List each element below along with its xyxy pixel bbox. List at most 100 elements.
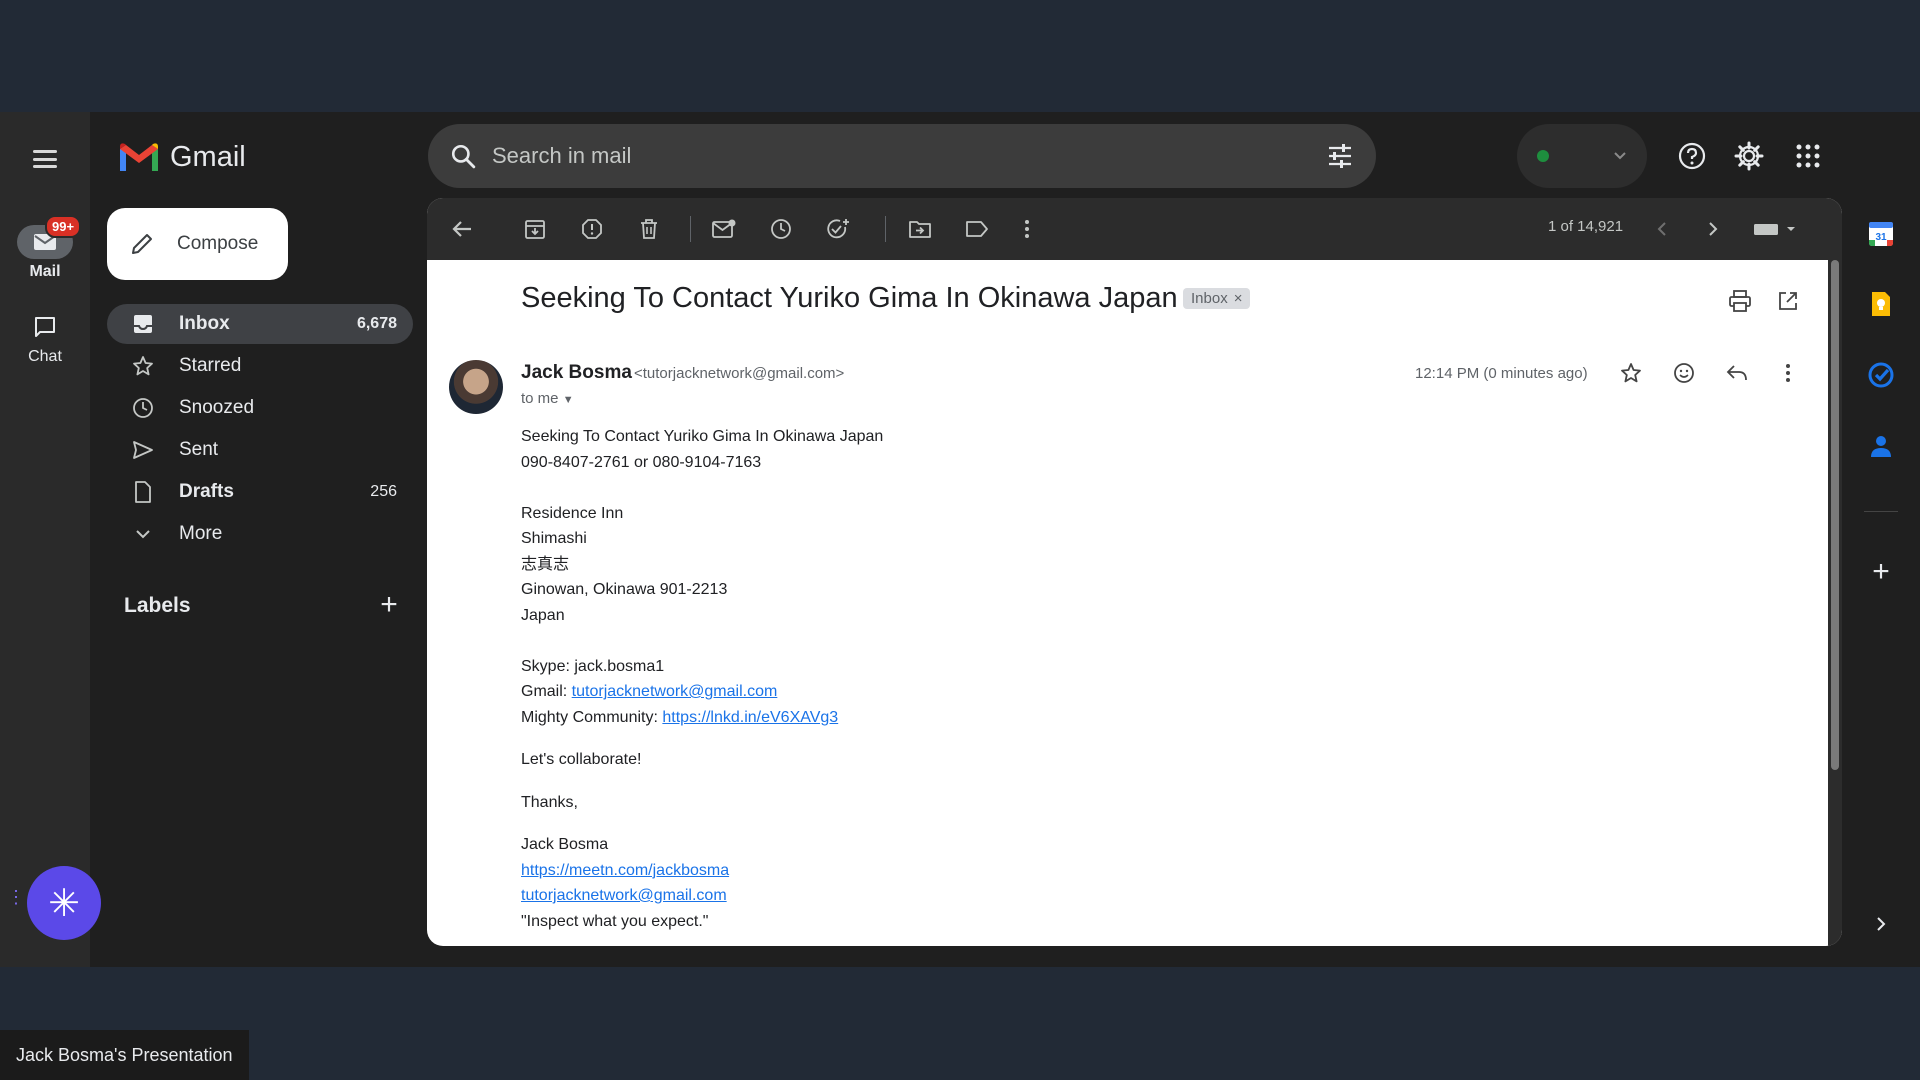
snooze-button[interactable] bbox=[766, 214, 796, 244]
mark-unread-button[interactable] bbox=[709, 214, 739, 244]
caret-down-icon: ▼ bbox=[562, 394, 574, 406]
message-timestamp: 12:14 PM (0 minutes ago) bbox=[1415, 365, 1588, 382]
contacts-icon bbox=[1871, 436, 1891, 457]
chevron-left-icon bbox=[1657, 222, 1666, 236]
plus-icon: + bbox=[1872, 555, 1890, 588]
calendar-day: 31 bbox=[1875, 232, 1887, 243]
nav-item-sent[interactable]: Sent bbox=[107, 430, 413, 470]
add-reaction-button[interactable] bbox=[1669, 358, 1699, 388]
archive-button[interactable] bbox=[520, 214, 550, 244]
gmail-m-icon bbox=[120, 143, 158, 171]
star-button[interactable] bbox=[1616, 358, 1646, 388]
address-line: Ginowan, Okinawa 901-2213 bbox=[521, 581, 728, 598]
archive-icon bbox=[525, 220, 545, 239]
main-menu-button[interactable] bbox=[28, 144, 62, 174]
contacts-addon[interactable] bbox=[1865, 430, 1897, 462]
message-scrollbar[interactable] bbox=[1828, 260, 1842, 946]
mark-unread-icon bbox=[712, 219, 736, 238]
label-icon bbox=[966, 221, 988, 237]
search-icon[interactable] bbox=[450, 143, 476, 169]
nav-item-drafts[interactable]: Drafts 256 bbox=[107, 472, 413, 512]
inbox-label-chip[interactable]: Inbox × bbox=[1183, 288, 1251, 309]
presentation-tool-button[interactable]: ✳ bbox=[27, 866, 101, 940]
gear-icon bbox=[1734, 141, 1764, 171]
print-button[interactable] bbox=[1725, 286, 1755, 316]
apps-button[interactable] bbox=[1790, 138, 1826, 174]
compose-button[interactable]: Compose bbox=[107, 208, 288, 280]
nav-item-more[interactable]: More bbox=[107, 514, 413, 554]
trash-icon bbox=[641, 219, 657, 239]
meetn-link[interactable]: https://meetn.com/jackbosma bbox=[521, 862, 729, 879]
open-in-new-icon bbox=[1779, 292, 1797, 310]
emoji-icon bbox=[1674, 363, 1694, 383]
unread-count: 6,678 bbox=[356, 315, 397, 332]
search-options-icon[interactable] bbox=[1326, 142, 1354, 170]
nav-item-starred[interactable]: Starred bbox=[107, 346, 413, 386]
input-tools-button[interactable] bbox=[1750, 214, 1800, 244]
spam-icon bbox=[582, 219, 602, 239]
newer-button[interactable] bbox=[1647, 214, 1677, 244]
keep-icon bbox=[1872, 292, 1890, 316]
report-spam-button[interactable] bbox=[577, 214, 607, 244]
settings-button[interactable] bbox=[1731, 138, 1767, 174]
search-bar[interactable] bbox=[428, 124, 1376, 188]
sparkle-icon: ✳ bbox=[48, 882, 80, 925]
apps-grid-icon bbox=[1796, 144, 1820, 168]
status-selector[interactable] bbox=[1517, 124, 1647, 188]
add-task-icon bbox=[827, 219, 849, 239]
sender-avatar[interactable] bbox=[449, 360, 503, 414]
open-new-window-button[interactable] bbox=[1773, 286, 1803, 316]
older-button[interactable] bbox=[1698, 214, 1728, 244]
more-actions-button[interactable] bbox=[1012, 214, 1042, 244]
chevron-down-icon bbox=[1614, 152, 1626, 160]
signature-name: Jack Bosma bbox=[521, 836, 609, 853]
keep-addon[interactable] bbox=[1865, 288, 1897, 320]
back-button[interactable] bbox=[447, 214, 477, 244]
signature-quote: "Inspect what you expect." bbox=[521, 912, 709, 930]
sender-name[interactable]: Jack Bosma bbox=[521, 362, 632, 384]
nav-item-label: More bbox=[179, 523, 223, 544]
chip-label: Inbox bbox=[1191, 290, 1228, 307]
nav-item-label: Inbox bbox=[179, 313, 230, 334]
signature-email-link[interactable]: tutorjacknetwork@gmail.com bbox=[521, 887, 727, 904]
rail-mail[interactable]: 99+ Mail bbox=[0, 215, 90, 281]
phone-numbers: 090-8407-2761 or 080-9104-7163 bbox=[521, 453, 762, 471]
message-more-button[interactable] bbox=[1773, 358, 1803, 388]
message-body: Seeking To Contact Yuriko Gima In Okinaw… bbox=[521, 424, 1521, 934]
message-toolbar: 1 of 14,921 bbox=[427, 198, 1842, 260]
gmail-wordmark: Gmail bbox=[170, 140, 246, 173]
side-panel-addons: 31 + bbox=[1842, 112, 1920, 967]
nav-item-label: Starred bbox=[179, 355, 242, 376]
help-button[interactable] bbox=[1674, 138, 1710, 174]
search-input[interactable] bbox=[492, 143, 1326, 169]
move-to-button[interactable] bbox=[905, 214, 935, 244]
keyboard-icon bbox=[1754, 224, 1795, 235]
labels-button[interactable] bbox=[962, 214, 992, 244]
remove-label-icon[interactable]: × bbox=[1234, 290, 1243, 307]
reply-button[interactable] bbox=[1722, 358, 1752, 388]
hide-side-panel-button[interactable] bbox=[1865, 908, 1897, 940]
more-vert-icon bbox=[1786, 364, 1790, 382]
rail-chat-label: Chat bbox=[28, 348, 62, 365]
body-line: Seeking To Contact Yuriko Gima In Okinaw… bbox=[521, 428, 884, 445]
skype-line: Skype: jack.bosma1 bbox=[521, 657, 665, 675]
app-rail: 99+ Mail Chat ⋮⋮ bbox=[0, 112, 90, 967]
mighty-community-link[interactable]: https://lnkd.in/eV6XAVg3 bbox=[662, 709, 838, 726]
recipient-details[interactable]: to me ▼ bbox=[521, 390, 574, 407]
tasks-addon[interactable] bbox=[1865, 359, 1897, 391]
drag-handle-icon[interactable]: ⋮⋮ bbox=[7, 888, 42, 914]
rail-chat[interactable]: Chat bbox=[0, 310, 90, 366]
nav-item-label: Sent bbox=[179, 439, 219, 460]
gmail-logo[interactable]: Gmail bbox=[118, 136, 246, 178]
thanks-line: Thanks, bbox=[521, 793, 578, 811]
gmail-link[interactable]: tutorjacknetwork@gmail.com bbox=[572, 683, 778, 700]
delete-button[interactable] bbox=[634, 214, 664, 244]
add-label-button[interactable]: + bbox=[374, 590, 404, 621]
get-addons-button[interactable]: + bbox=[1865, 555, 1897, 588]
nav-item-inbox[interactable]: Inbox 6,678 bbox=[107, 304, 413, 344]
calendar-addon[interactable]: 31 bbox=[1865, 218, 1897, 250]
add-to-tasks-button[interactable] bbox=[823, 214, 853, 244]
send-icon bbox=[131, 438, 155, 462]
scroll-thumb[interactable] bbox=[1831, 260, 1839, 770]
nav-item-snoozed[interactable]: Snoozed bbox=[107, 388, 413, 428]
